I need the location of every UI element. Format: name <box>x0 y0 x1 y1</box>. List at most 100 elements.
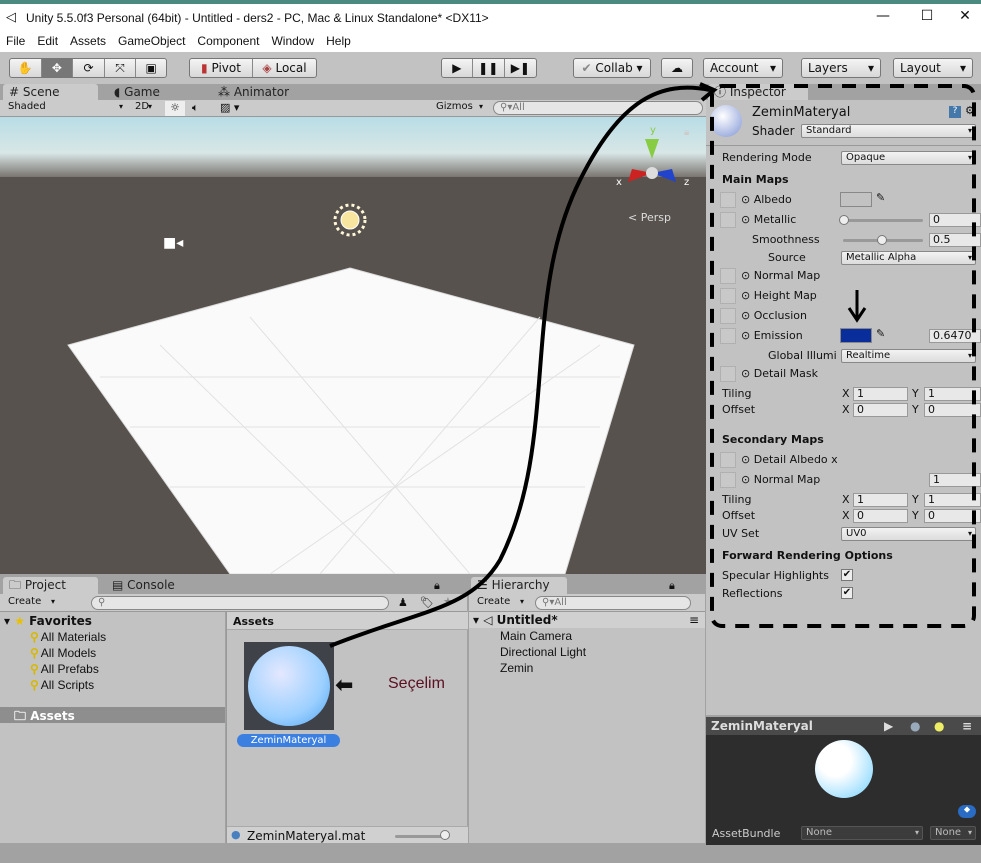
lock-icon[interactable]: 🔒︎ <box>434 579 440 593</box>
maximize-button[interactable]: ☐ <box>912 8 942 30</box>
help-icon[interactable]: ? <box>949 106 961 118</box>
emission-slot[interactable] <box>720 328 736 344</box>
play-preview-icon[interactable]: ▶ <box>884 717 893 735</box>
lighting-toggle[interactable]: ☼ <box>165 101 185 116</box>
eyedropper-icon[interactable]: ✎ <box>876 191 885 204</box>
favorite-all-scripts[interactable]: ⚲ All Scripts <box>30 678 94 692</box>
hierarchy-item[interactable]: Main Camera <box>500 629 572 643</box>
scene-view[interactable]: ■◂ y x z < Persp 🔒︎ <box>0 117 706 574</box>
uv-set-dropdown[interactable]: UV0 <box>841 527 976 541</box>
tab-console[interactable]: ▤ Console <box>106 577 181 594</box>
tab-animator[interactable]: ⁂ Animator <box>212 84 295 101</box>
occlusion-slot[interactable] <box>720 308 736 324</box>
step-button[interactable]: ▶❚ <box>505 59 536 77</box>
rect-tool-button[interactable]: ▣ <box>136 59 166 77</box>
smoothness-slider-handle[interactable] <box>877 235 887 245</box>
emission-color-swatch[interactable] <box>840 328 872 343</box>
asset-name-label[interactable]: ZeminMateryal <box>237 734 340 747</box>
layers-dropdown[interactable]: Layers ▾ <box>801 58 881 78</box>
close-button[interactable]: ✕ <box>950 8 980 30</box>
tab-hierarchy[interactable]: ☰ Hierarchy <box>471 577 567 594</box>
light-icon[interactable]: ● <box>934 717 944 735</box>
menu-assets[interactable]: Assets <box>64 32 112 50</box>
normal-map-slot[interactable] <box>720 268 736 284</box>
collab-button[interactable]: ✔ Collab ▾ <box>573 58 651 78</box>
shading-dropdown[interactable]: Shaded <box>4 101 126 115</box>
tiling2-x-field[interactable]: 1 <box>853 493 908 507</box>
menu-file[interactable]: File <box>0 32 31 50</box>
offset-y-field[interactable]: 0 <box>924 403 981 417</box>
scene-root-item[interactable]: ▾ ◁ Untitled* ≡ <box>469 612 705 628</box>
tiling-y-field[interactable]: 1 <box>924 387 981 401</box>
eyedropper-icon[interactable]: ✎ <box>876 327 885 340</box>
menu-component[interactable]: Component <box>191 32 265 50</box>
menu-window[interactable]: Window <box>265 32 320 50</box>
source-dropdown[interactable]: Metallic Alpha <box>841 251 976 265</box>
offset-x-field[interactable]: 0 <box>853 403 908 417</box>
icon-size-slider[interactable] <box>395 835 443 838</box>
detail-albedo-slot[interactable] <box>720 452 736 468</box>
menu-icon[interactable]: ≡ <box>962 717 972 735</box>
hierarchy-create-dropdown[interactable]: Create <box>473 596 527 610</box>
project-search-input[interactable]: ⚲ <box>91 596 389 610</box>
albedo-color-swatch[interactable] <box>840 192 872 207</box>
metallic-texture-slot[interactable] <box>720 212 736 228</box>
hierarchy-search-input[interactable]: ⚲▾All <box>535 596 691 610</box>
2d-toggle[interactable]: 2D <box>131 101 155 115</box>
assets-folder-item[interactable]: 🗀︎ Assets <box>0 707 225 723</box>
secondary-normal-map-slot[interactable] <box>720 472 736 488</box>
pause-button[interactable]: ❚❚ <box>473 59 505 77</box>
move-tool-button[interactable]: ✥ <box>41 59 74 77</box>
reflections-checkbox[interactable]: ✔ <box>841 587 853 599</box>
asset-thumbnail[interactable] <box>244 642 334 730</box>
height-map-slot[interactable] <box>720 288 736 304</box>
audio-toggle[interactable]: 🔈︎ <box>192 101 199 115</box>
hand-tool-button[interactable]: ✋ <box>10 59 42 77</box>
menu-help[interactable]: Help <box>320 32 357 50</box>
account-dropdown[interactable]: Account ▾ <box>703 58 783 78</box>
emission-value-field[interactable]: 0.6470 <box>929 329 981 343</box>
preview-area[interactable]: ⬥ AssetBundle None None <box>706 735 981 845</box>
lock-icon[interactable]: 🔒︎ <box>669 579 675 593</box>
gi-dropdown[interactable]: Realtime <box>841 349 976 363</box>
gear-icon[interactable]: ⚙ <box>965 104 975 117</box>
assetbundle-variant-dropdown[interactable]: None <box>930 826 976 840</box>
scene-search-input[interactable]: ⚲▾All <box>493 101 703 115</box>
tiling2-y-field[interactable]: 1 <box>924 493 981 507</box>
menu-edit[interactable]: Edit <box>31 32 64 50</box>
smoothness-value-field[interactable]: 0.5 <box>929 233 981 247</box>
metallic-slider[interactable] <box>843 219 923 222</box>
cloud-button[interactable]: ☁ <box>661 58 693 78</box>
secondary-normal-scale-field[interactable]: 1 <box>929 473 981 487</box>
menu-gameobject[interactable]: GameObject <box>112 32 191 50</box>
albedo-texture-slot[interactable] <box>720 192 736 208</box>
sphere-icon[interactable]: ● <box>910 717 920 735</box>
label-tag-icon[interactable]: ⬥ <box>958 805 976 818</box>
favorite-all-models[interactable]: ⚲ All Models <box>30 646 96 660</box>
tab-scene[interactable]: # Scene <box>3 84 98 101</box>
tab-project[interactable]: 🗀︎ Project <box>3 577 98 594</box>
assetbundle-dropdown[interactable]: None <box>801 826 923 840</box>
favorite-all-materials[interactable]: ⚲ All Materials <box>30 630 106 644</box>
minimize-button[interactable]: — <box>868 8 898 30</box>
metallic-value-field[interactable]: 0 <box>929 213 981 227</box>
detail-mask-slot[interactable] <box>720 366 736 382</box>
specular-highlights-checkbox[interactable]: ✔ <box>841 569 853 581</box>
hierarchy-item[interactable]: Directional Light <box>500 645 586 659</box>
filter-type-icon[interactable]: ♟ <box>398 596 408 609</box>
project-create-dropdown[interactable]: Create <box>4 596 58 610</box>
effects-dropdown[interactable]: ▨ ▾ <box>220 101 239 114</box>
tab-game[interactable]: ◖ Game <box>108 84 166 101</box>
hierarchy-item[interactable]: Zemin <box>500 661 533 675</box>
shader-dropdown[interactable]: Standard <box>801 124 976 138</box>
pivot-button[interactable]: ▮ Pivot <box>190 59 254 77</box>
play-button[interactable]: ▶ <box>442 59 473 77</box>
gizmos-dropdown[interactable]: Gizmos <box>432 101 486 115</box>
rotate-tool-button[interactable]: ⟳ <box>73 59 105 77</box>
layout-dropdown[interactable]: Layout ▾ <box>893 58 973 78</box>
icon-size-slider-handle[interactable] <box>440 830 450 840</box>
favorite-star-icon[interactable]: ★ <box>443 595 453 608</box>
offset2-y-field[interactable]: 0 <box>924 509 981 523</box>
local-button[interactable]: ◈ Local <box>253 59 316 77</box>
favorite-all-prefabs[interactable]: ⚲ All Prefabs <box>30 662 99 676</box>
